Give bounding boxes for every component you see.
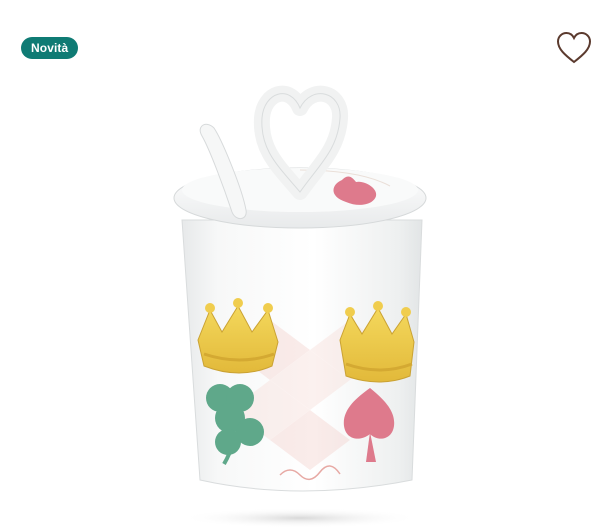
- crown-motif-left: [197, 298, 279, 374]
- product-card[interactable]: Novità: [0, 0, 600, 528]
- heart-outline-icon: [556, 31, 592, 64]
- wishlist-button[interactable]: [556, 31, 592, 65]
- crown-motif-right: [339, 301, 415, 383]
- new-badge: Novità: [21, 37, 79, 59]
- product-image[interactable]: [160, 70, 460, 528]
- product-illustration: [173, 85, 427, 528]
